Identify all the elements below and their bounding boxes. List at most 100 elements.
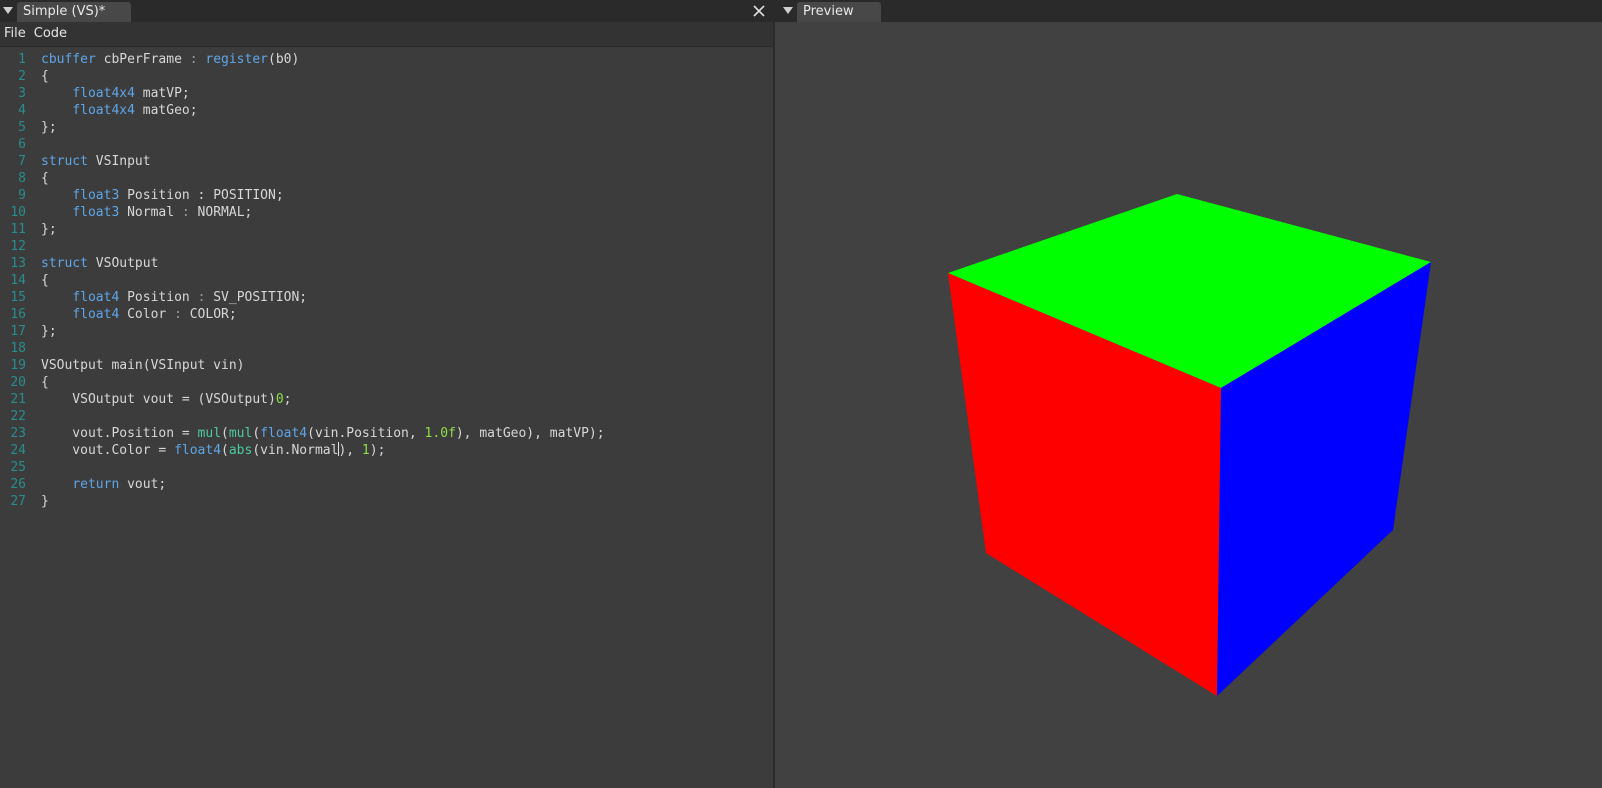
code-token: }; — [41, 222, 57, 237]
code-token: mul — [197, 426, 222, 441]
code-line[interactable]: 11}; — [0, 221, 773, 238]
code-token: return — [72, 477, 120, 492]
code-line[interactable]: 15 float4 Position : SV_POSITION; — [0, 289, 773, 306]
line-number: 22 — [10, 409, 26, 424]
code-text: }; — [41, 119, 57, 136]
code-token: cbPerFrame — [95, 52, 190, 67]
code-token: { — [41, 375, 49, 390]
code-line[interactable]: 24 vout.Color = float4(abs(vin.Normal), … — [0, 442, 773, 459]
code-text: }; — [41, 323, 57, 340]
code-text: { — [41, 272, 49, 289]
code-line[interactable]: 21 VSOutput vout = (VSOutput)0; — [0, 391, 773, 408]
code-line[interactable]: 12 — [0, 238, 773, 255]
code-token: float4 — [260, 426, 308, 441]
code-token: struct — [41, 154, 88, 169]
code-editor[interactable]: 1 cbuffer cbPerFrame : register(b0) 2{3 fl… — [0, 51, 773, 788]
code-token: struct — [41, 256, 88, 271]
code-token: } — [41, 494, 49, 509]
code-line[interactable]: 22 — [0, 408, 773, 425]
code-text: float4 Position : SV_POSITION; — [41, 289, 307, 306]
menu-code[interactable]: Code — [30, 22, 71, 46]
code-line[interactable]: 17}; — [0, 323, 773, 340]
tab-preview[interactable]: Preview — [797, 2, 881, 22]
line-number: 8 — [18, 171, 26, 186]
code-line[interactable]: 27} — [0, 493, 773, 510]
preview-viewport[interactable] — [775, 22, 1602, 788]
code-text: struct VSOutput — [41, 255, 158, 272]
code-text: }; — [41, 221, 57, 238]
code-token: Position — [119, 290, 198, 305]
code-token: float4 — [72, 307, 120, 322]
code-token: (vin.Position, — [307, 426, 425, 441]
code-token: SV_POSITION; — [205, 290, 308, 305]
line-number: 20 — [10, 375, 26, 390]
code-token: ), — [338, 443, 362, 458]
code-line[interactable]: 25 — [0, 459, 773, 476]
code-token: NORMAL; — [189, 205, 253, 220]
code-token: ), matGeo), matVP); — [455, 426, 605, 441]
code-token: VSOutput main(VSInput vin) — [41, 358, 245, 373]
code-line[interactable]: 10 float3 Normal : NORMAL; — [0, 204, 773, 221]
code-token: { — [41, 69, 49, 84]
code-line[interactable]: 14 { — [0, 272, 773, 289]
tab-simple-vs[interactable]: Simple (VS)* — [17, 2, 131, 22]
code-text: return vout; — [41, 476, 166, 493]
tab-menu-arrow-icon[interactable] — [1, 3, 15, 19]
code-line[interactable]: 16 float4 Color : COLOR; — [0, 306, 773, 323]
code-text: { — [41, 170, 49, 187]
code-line[interactable]: 1 cbuffer cbPerFrame : register(b0) — [0, 51, 773, 68]
line-number: 19 — [10, 358, 26, 373]
code-text: { — [41, 374, 49, 391]
code-text: vout.Color = float4(abs(vin.Normal), 1); — [41, 442, 385, 459]
code-token: 0 — [275, 392, 284, 407]
code-token: ( — [221, 443, 229, 458]
code-token: ; — [283, 392, 292, 407]
code-token: ); — [369, 443, 386, 458]
code-token: : — [174, 307, 182, 322]
code-line[interactable]: 9 float3 Position : POSITION; — [0, 187, 773, 204]
close-icon[interactable] — [751, 3, 767, 19]
cube-render — [948, 194, 1431, 696]
code-line[interactable]: 23 vout.Position = mul(mul(float4(vin.Po… — [0, 425, 773, 442]
code-token: (b0) — [268, 52, 300, 67]
line-number: 23 — [10, 426, 26, 441]
code-token: { — [41, 171, 49, 186]
code-token: }; — [41, 324, 57, 339]
line-number: 25 — [10, 460, 26, 475]
code-line[interactable]: 4 float4x4 matGeo; — [0, 102, 773, 119]
code-token: vout; — [119, 477, 167, 492]
code-line[interactable]: 3 float4x4 matVP; — [0, 85, 773, 102]
code-line[interactable]: 7 struct VSInput — [0, 153, 773, 170]
code-token: matGeo; — [134, 103, 198, 118]
code-token: VSOutput — [87, 256, 159, 271]
code-token: 1.0f — [424, 426, 456, 441]
menu-file[interactable]: File — [0, 22, 30, 46]
line-number: 5 — [18, 120, 26, 135]
code-token: float4x4 — [72, 86, 135, 101]
code-line[interactable]: 6 — [0, 136, 773, 153]
code-text: float4x4 matGeo; — [41, 102, 198, 119]
code-line[interactable]: 2{ — [0, 68, 773, 85]
code-token: Position : POSITION; — [119, 188, 284, 203]
code-text: } — [41, 493, 49, 510]
code-line[interactable]: 8{ — [0, 170, 773, 187]
code-token: float4 — [174, 443, 222, 458]
line-number: 4 — [18, 103, 26, 118]
code-text: { — [41, 68, 49, 85]
code-line[interactable]: 26 return vout; — [0, 476, 773, 493]
code-token: VSInput — [87, 154, 151, 169]
code-line[interactable]: 5}; — [0, 119, 773, 136]
line-number: 6 — [18, 137, 26, 152]
code-token: : — [189, 52, 198, 67]
tab-menu-arrow-icon[interactable] — [781, 3, 795, 19]
code-line[interactable]: 20 { — [0, 374, 773, 391]
editor-tabbar: Simple (VS)* — [0, 0, 773, 22]
line-number: 3 — [18, 86, 26, 101]
code-line[interactable]: 19 VSOutput main(VSInput vin) — [0, 357, 773, 374]
code-line[interactable]: 13 struct VSOutput — [0, 255, 773, 272]
code-line[interactable]: 18 — [0, 340, 773, 357]
